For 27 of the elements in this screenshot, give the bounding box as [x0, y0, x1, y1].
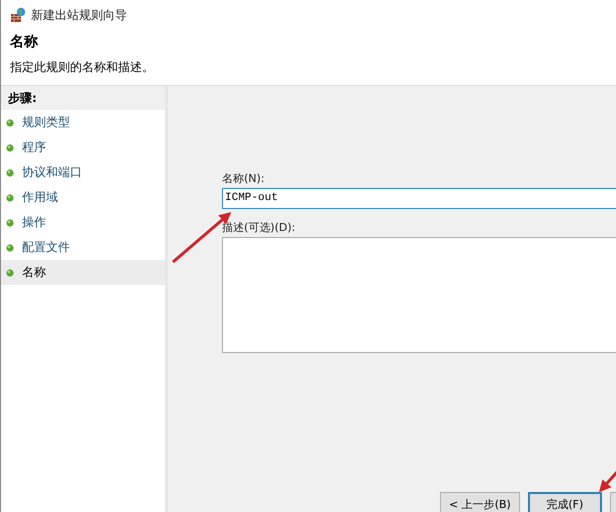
window-title: 新建出站规则向导: [31, 6, 127, 24]
field-label: 描述(可选)(D):: [222, 221, 296, 235]
bullet-icon: [6, 144, 14, 152]
bullet-icon: [6, 194, 14, 202]
firewall-icon: [10, 7, 26, 23]
steps-heading: 步骤:: [8, 90, 37, 106]
annotation-arrow: [172, 212, 232, 264]
step-item[interactable]: 配置文件: [1, 235, 165, 260]
step-item[interactable]: 作用域: [1, 185, 165, 210]
finish-button[interactable]: 完成(F): [528, 492, 602, 512]
step-item[interactable]: 程序: [1, 135, 165, 160]
bullet-icon: [6, 244, 14, 252]
bullet-icon: [6, 168, 14, 176]
annotation-arrow: [599, 471, 616, 492]
bullet-icon: [6, 268, 14, 276]
page-subtitle: 指定此规则的名称和描述。: [10, 59, 155, 76]
step-item[interactable]: 名称: [1, 260, 165, 285]
back-button[interactable]: < 上一步(B): [440, 492, 520, 512]
field-label: 名称(N):: [222, 172, 265, 186]
bullet-icon: [6, 218, 14, 226]
page-title: 名称: [10, 33, 39, 51]
step-item[interactable]: 协议和端口: [1, 160, 165, 185]
step-item[interactable]: 规则类型: [1, 110, 165, 135]
description-input[interactable]: [222, 237, 616, 353]
name-input[interactable]: ICMP-out: [222, 188, 616, 209]
bullet-icon: [6, 118, 14, 126]
step-item[interactable]: 操作: [1, 210, 165, 235]
